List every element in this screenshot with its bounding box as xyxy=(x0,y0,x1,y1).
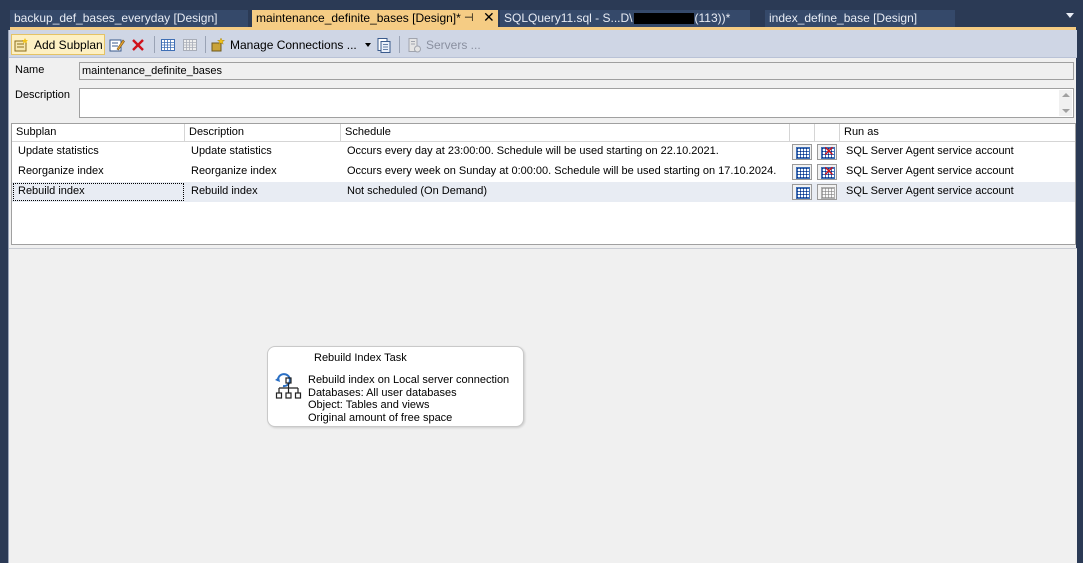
edit-properties-icon xyxy=(109,39,125,51)
cell-schedule: Not scheduled (On Demand) xyxy=(347,185,488,197)
edit-schedule-button[interactable] xyxy=(792,184,812,200)
task-title: Rebuild Index Task xyxy=(314,352,407,364)
task-details: Rebuild index on Local server connection… xyxy=(308,374,509,424)
connections-icon xyxy=(211,36,226,51)
column-header-run-as[interactable]: Run as xyxy=(840,124,1075,142)
scroll-up-icon[interactable] xyxy=(1062,93,1070,97)
toolbar-separator xyxy=(154,36,155,53)
grid-header: Subplan Description Schedule Run as xyxy=(12,124,1075,142)
remove-schedule-button[interactable] xyxy=(182,34,198,55)
name-label: Name xyxy=(15,64,45,76)
servers-label: Servers ... xyxy=(426,37,481,52)
edit-schedule-button[interactable] xyxy=(792,164,812,180)
tab-backup-def-bases-everyday[interactable]: backup_def_bases_everyday [Design] xyxy=(10,10,248,27)
document-tab-strip: backup_def_bases_everyday [Design] maint… xyxy=(0,0,1083,30)
cell-schedule: Occurs every day at 23:00:00. Schedule w… xyxy=(347,145,719,157)
scroll-down-icon[interactable] xyxy=(1062,109,1070,113)
add-subplan-icon xyxy=(14,37,28,51)
cell-description[interactable]: Reorganize index xyxy=(185,162,341,182)
designer-toolbar: Add Subplan Manage Connections ... Serve… xyxy=(9,30,1077,58)
remove-schedule-button-disabled xyxy=(817,184,837,200)
tab-maintenance-definite-bases[interactable]: maintenance_definite_bases [Design]* ⊣ ✕ xyxy=(252,9,498,27)
plan-name-field[interactable]: maintenance_definite_bases xyxy=(79,62,1074,80)
subplan-properties-button[interactable] xyxy=(109,34,125,55)
remove-schedule-button[interactable]: ✕ xyxy=(817,143,837,160)
column-header-remove-button xyxy=(815,124,840,142)
manage-connections-button[interactable]: Manage Connections ... xyxy=(210,34,371,55)
tab-label: maintenance_definite_bases [Design]* xyxy=(256,11,461,25)
tab-label-suffix: (113))* xyxy=(694,11,731,25)
task-detail-line: Object: Tables and views xyxy=(308,399,430,411)
tab-overflow-dropdown-icon[interactable] xyxy=(1066,13,1074,18)
subplan-schedule-button[interactable] xyxy=(160,34,176,55)
cell-subplan[interactable]: Update statistics xyxy=(12,142,185,162)
tab-label-prefix: SQLQuery11.sql - S...D\ xyxy=(504,11,633,25)
cell-description[interactable]: Rebuild index xyxy=(185,182,341,202)
maintenance-plan-designer: Add Subplan Manage Connections ... Serve… xyxy=(8,30,1077,563)
calendar-disabled-icon xyxy=(183,38,197,51)
cell-schedule: Occurs every week on Sunday at 0:00:00. … xyxy=(347,165,777,177)
edit-schedule-button[interactable] xyxy=(792,144,812,160)
redacted-block xyxy=(633,13,694,25)
close-icon[interactable]: ✕ xyxy=(483,9,495,26)
plan-description-field[interactable] xyxy=(79,88,1074,118)
subplans-grid: Subplan Description Schedule Run as Upda… xyxy=(11,123,1076,245)
servers-button[interactable]: Servers ... xyxy=(406,34,481,55)
column-header-schedule[interactable]: Schedule xyxy=(341,124,790,142)
tab-index-define-base[interactable]: index_define_base [Design] xyxy=(765,10,955,27)
delete-subplan-button[interactable] xyxy=(130,34,146,55)
table-row[interactable]: Update statistics Update statistics Occu… xyxy=(12,142,1075,162)
column-header-description[interactable]: Description xyxy=(185,124,341,142)
table-row[interactable]: Reorganize index Reorganize index Occurs… xyxy=(12,162,1075,182)
remove-x-icon: ✕ xyxy=(823,143,835,159)
task-detail-line: Original amount of free space xyxy=(308,411,453,424)
rebuild-index-icon xyxy=(275,373,302,399)
cell-subplan[interactable]: Reorganize index xyxy=(12,162,185,182)
servers-icon xyxy=(408,37,421,52)
remove-schedule-button[interactable]: ✕ xyxy=(817,163,837,180)
add-subplan-label: Add Subplan xyxy=(34,37,103,52)
rebuild-index-task-box[interactable]: Rebuild Index Task Rebuild index on Loca… xyxy=(267,346,524,427)
tab-label: index_define_base [Design] xyxy=(769,11,918,25)
add-subplan-button[interactable]: Add Subplan xyxy=(11,34,105,55)
description-label: Description xyxy=(15,89,71,101)
task-detail-line: Databases: All user databases xyxy=(308,386,457,399)
column-header-subplan[interactable]: Subplan xyxy=(12,124,185,142)
cell-description[interactable]: Update statistics xyxy=(185,142,341,162)
remove-x-icon: ✕ xyxy=(823,163,835,179)
tab-label: backup_def_bases_everyday [Design] xyxy=(14,11,218,25)
table-row-selected[interactable]: Rebuild index Rebuild index Not schedule… xyxy=(12,182,1075,202)
tab-sqlquery11[interactable]: SQLQuery11.sql - S...D\ (113))* xyxy=(500,10,750,27)
report-options-button[interactable] xyxy=(376,34,392,55)
calendar-icon xyxy=(161,38,175,51)
description-scrollbar[interactable] xyxy=(1059,90,1072,116)
manage-connections-label: Manage Connections ... xyxy=(230,37,357,52)
report-icon xyxy=(377,37,391,53)
column-header-schedule-button xyxy=(790,124,815,142)
cell-subplan[interactable]: Rebuild index xyxy=(12,182,185,202)
task-detail-line: Rebuild index on Local server connection xyxy=(308,374,510,386)
cell-run-as[interactable]: SQL Server Agent service account xyxy=(840,182,1075,202)
delete-icon xyxy=(132,38,144,51)
pin-icon[interactable]: ⊣ xyxy=(464,10,474,27)
toolbar-separator xyxy=(399,36,400,53)
chevron-down-icon[interactable] xyxy=(364,42,371,47)
toolbar-separator xyxy=(205,36,206,53)
cell-run-as[interactable]: SQL Server Agent service account xyxy=(840,142,1075,162)
design-surface[interactable]: Rebuild Index Task Rebuild index on Loca… xyxy=(9,248,1077,563)
cell-run-as[interactable]: SQL Server Agent service account xyxy=(840,162,1075,182)
